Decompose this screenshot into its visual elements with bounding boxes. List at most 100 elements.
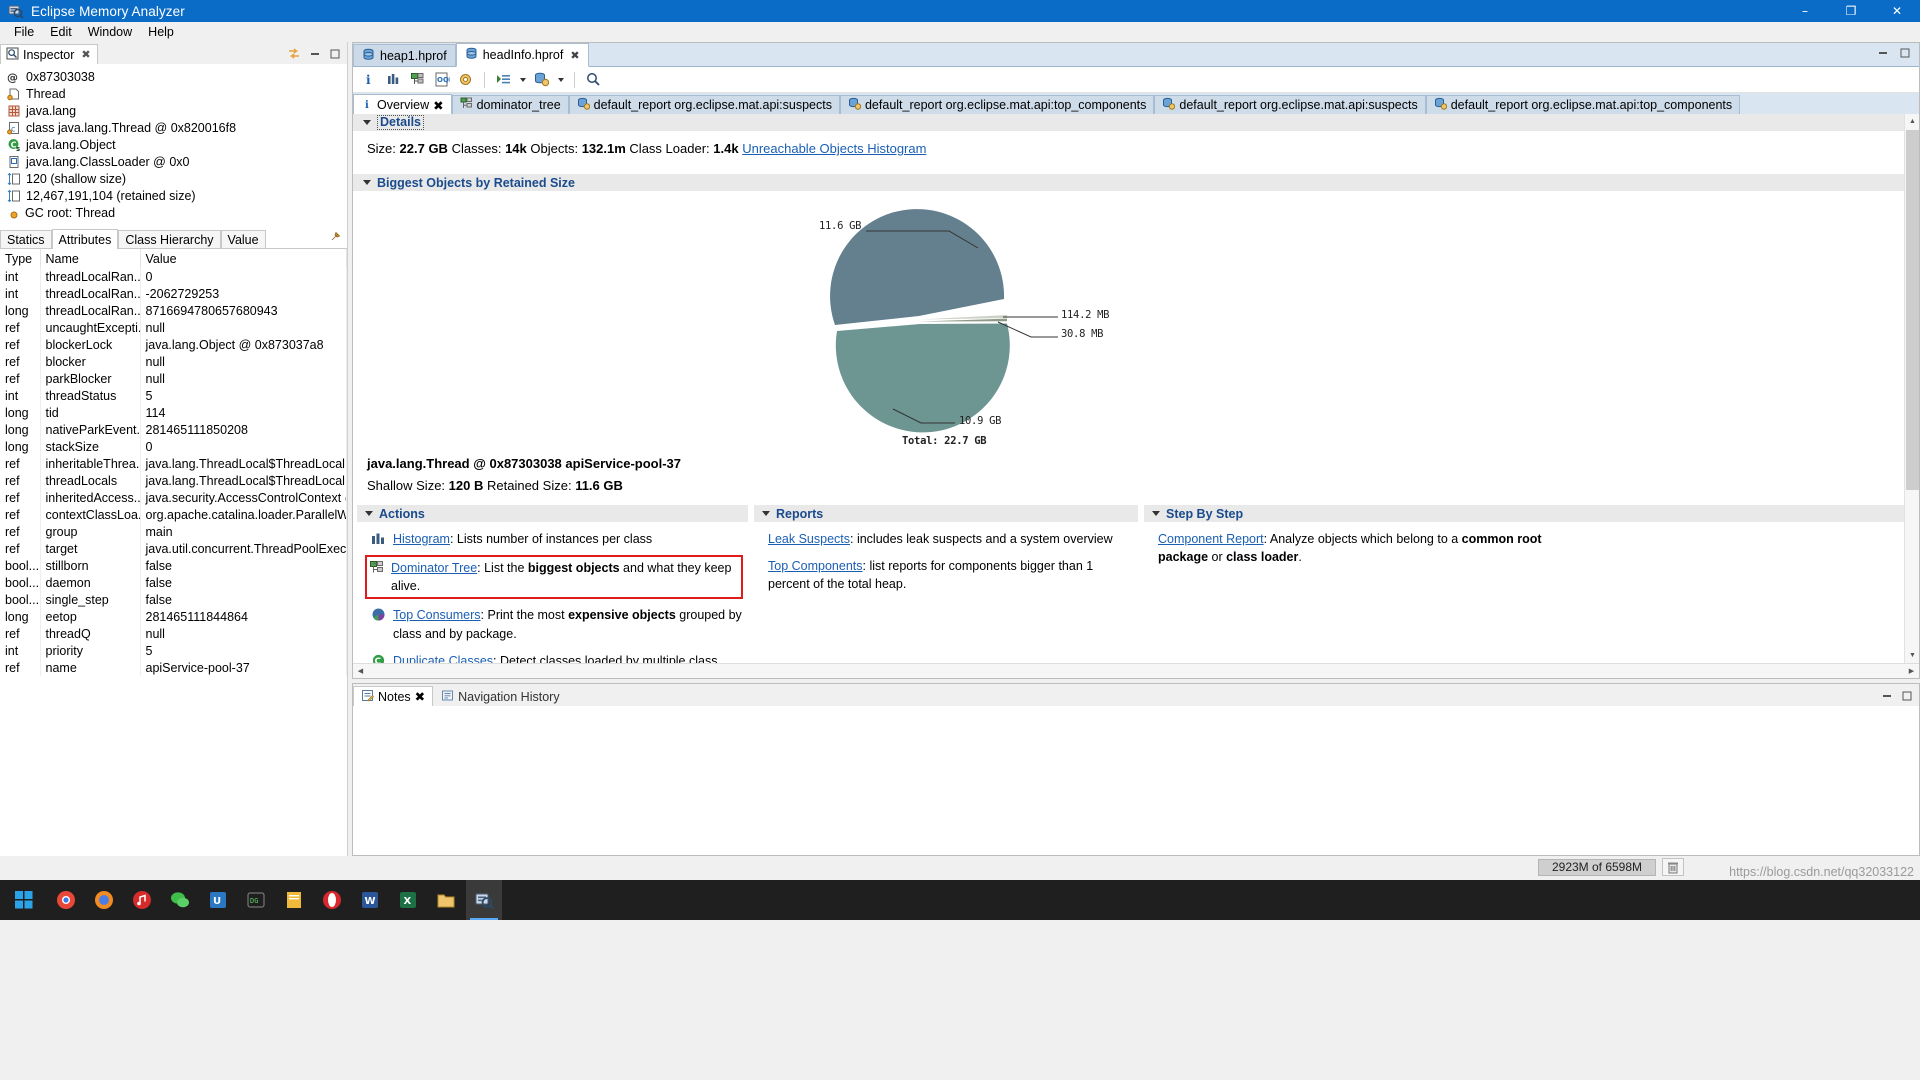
- close-icon[interactable]: ✖: [415, 689, 425, 704]
- tab-class-hierarchy[interactable]: Class Hierarchy: [118, 230, 221, 248]
- table-row[interactable]: ref threadQ null: [0, 625, 347, 642]
- inner-tab-3[interactable]: default_report org.eclipse.mat.api:top_c…: [839, 95, 1155, 114]
- table-row[interactable]: ref inheritedAccess... java.security.Acces…: [0, 489, 347, 506]
- table-row[interactable]: int threadStatus 5: [0, 387, 347, 404]
- table-row[interactable]: ref parkBlocker null: [0, 370, 347, 387]
- table-row[interactable]: long tid 114: [0, 404, 347, 421]
- unreachable-objects-histogram-link[interactable]: Unreachable Objects Histogram: [742, 141, 926, 156]
- retained-size-pie-chart[interactable]: 11.6 GB 114.2 MB 30.8 MB 10.9 GB Total: …: [353, 191, 1919, 447]
- minimize-button[interactable]: –: [1782, 0, 1828, 22]
- histogram-link[interactable]: Histogram: [393, 532, 450, 546]
- list-item[interactable]: Thread: [4, 85, 347, 102]
- collapse-triangle-icon[interactable]: [365, 511, 373, 516]
- list-item[interactable]: C s java.lang.Object: [4, 136, 347, 153]
- maximize-icon[interactable]: [1901, 690, 1913, 705]
- trash-icon[interactable]: [1662, 858, 1684, 876]
- list-item[interactable]: c class java.lang.Thread @ 0x820016f8: [4, 119, 347, 136]
- music-icon[interactable]: [124, 880, 160, 920]
- table-row[interactable]: int threadLocalRan... 0: [0, 268, 347, 285]
- table-row[interactable]: long eetop 281465111844864: [0, 608, 347, 625]
- oql-icon[interactable]: OQL: [433, 71, 454, 88]
- table-row[interactable]: ref inheritableThrea... java.lang.ThreadLo…: [0, 455, 347, 472]
- dev-icon[interactable]: DG: [238, 880, 274, 920]
- link-editor-icon[interactable]: [287, 47, 301, 63]
- pie-chart-svg[interactable]: [353, 191, 1543, 436]
- action-item-dominator-tree[interactable]: Dominator Tree: List the biggest objects…: [365, 555, 743, 600]
- table-row[interactable]: long stackSize 0: [0, 438, 347, 455]
- dominator-tree-link[interactable]: Dominator Tree: [391, 561, 477, 575]
- dominator-tree-icon[interactable]: [409, 71, 426, 88]
- overview-info-icon[interactable]: i: [361, 71, 378, 88]
- maximize-button[interactable]: ❐: [1828, 0, 1874, 22]
- action-item-histogram[interactable]: Histogram: Lists number of instances per…: [371, 530, 742, 548]
- table-row[interactable]: ref blocker null: [0, 353, 347, 370]
- column-name[interactable]: Name: [40, 249, 141, 268]
- folder-icon[interactable]: [428, 880, 464, 920]
- actions-section-header[interactable]: Actions: [357, 505, 748, 522]
- report-item-leak-suspects[interactable]: Leak Suspects: includes leak suspects an…: [768, 530, 1132, 548]
- editor-tab-headinfo[interactable]: headInfo.hprof ✖: [455, 43, 589, 67]
- inner-tab-1[interactable]: dominator_tree: [451, 95, 569, 114]
- inner-tab-2[interactable]: default_report org.eclipse.mat.api:suspe…: [568, 95, 840, 114]
- table-row[interactable]: ref uncaughtExcepti... null: [0, 319, 347, 336]
- collapse-triangle-icon[interactable]: [762, 511, 770, 516]
- tab-attributes[interactable]: Attributes: [51, 229, 119, 249]
- table-row[interactable]: ref target java.util.concurrent.ThreadPool…: [0, 540, 347, 557]
- editor-horizontal-scrollbar[interactable]: ◀ ▶: [353, 663, 1919, 678]
- collapse-triangle-icon[interactable]: [363, 120, 371, 125]
- action-item-top-consumers[interactable]: Top Consumers: Print the most expensive …: [371, 606, 742, 642]
- collapse-triangle-icon[interactable]: [363, 180, 371, 185]
- collapse-triangle-icon[interactable]: [1152, 511, 1160, 516]
- maximize-icon[interactable]: [1899, 47, 1911, 62]
- table-row[interactable]: ref blockerLock java.lang.Object @ 0x87303…: [0, 336, 347, 353]
- top-components-link[interactable]: Top Components: [768, 559, 863, 573]
- word-icon[interactable]: W: [352, 880, 388, 920]
- scroll-up-arrow[interactable]: ▲: [1905, 114, 1919, 129]
- table-row[interactable]: ref contextClassLoa... org.apache.catalina…: [0, 506, 347, 523]
- list-item[interactable]: @ 0x87303038: [4, 68, 347, 85]
- step-item-component-report[interactable]: Component Report: Analyze objects which …: [1158, 530, 1909, 566]
- overview-vertical-scrollbar[interactable]: ▲ ▼: [1904, 114, 1919, 663]
- tab-value[interactable]: Value: [220, 230, 266, 248]
- inner-tab-5[interactable]: default_report org.eclipse.mat.api:top_c…: [1425, 95, 1741, 114]
- chevron-down-icon[interactable]: [558, 77, 564, 82]
- tab-inspector[interactable]: Inspector ✖: [0, 44, 98, 64]
- menu-help[interactable]: Help: [140, 23, 182, 41]
- editor-tab-heap1[interactable]: heap1.hprof: [353, 44, 456, 66]
- close-icon[interactable]: ✖: [570, 49, 579, 62]
- table-row[interactable]: int priority 5: [0, 642, 347, 659]
- maximize-icon[interactable]: [329, 48, 341, 63]
- table-row[interactable]: bool... single_step false: [0, 591, 347, 608]
- column-type[interactable]: Type: [0, 249, 41, 268]
- pin-icon[interactable]: [329, 231, 341, 246]
- chrome-icon[interactable]: [48, 880, 84, 920]
- windows-start-icon[interactable]: [2, 880, 46, 920]
- inner-tab-4[interactable]: default_report org.eclipse.mat.api:suspe…: [1154, 95, 1426, 114]
- component-report-link[interactable]: Component Report: [1158, 532, 1264, 546]
- tab-notes[interactable]: Notes ✖: [353, 686, 434, 706]
- table-row[interactable]: ref threadLocals java.lang.ThreadLocal$Thr…: [0, 472, 347, 489]
- report-item-top-components[interactable]: Top Components: list reports for compone…: [768, 557, 1132, 593]
- menu-window[interactable]: Window: [80, 23, 140, 41]
- excel-icon[interactable]: X: [390, 880, 426, 920]
- table-row[interactable]: ref name apiService-pool-37: [0, 659, 347, 676]
- scroll-left-arrow[interactable]: ◀: [353, 667, 368, 675]
- report-gear-icon[interactable]: [457, 71, 474, 88]
- notes-icon[interactable]: [276, 880, 312, 920]
- minimize-icon[interactable]: [1881, 690, 1893, 705]
- scroll-right-arrow[interactable]: ▶: [1904, 667, 1919, 675]
- list-item[interactable]: java.lang: [4, 102, 347, 119]
- heap-status[interactable]: 2923M of 6598M: [1538, 858, 1684, 876]
- mat-icon[interactable]: [466, 880, 502, 920]
- chevron-down-icon[interactable]: [520, 77, 526, 82]
- column-value[interactable]: Value: [140, 249, 347, 268]
- tab-statics[interactable]: Statics: [0, 230, 52, 248]
- table-row[interactable]: ref group main: [0, 523, 347, 540]
- notes-editor-area[interactable]: [353, 706, 1919, 855]
- action-item-duplicate-classes[interactable]: C Duplicate Classes: Detect classes load…: [371, 652, 742, 663]
- histogram-icon[interactable]: [385, 71, 402, 88]
- table-row[interactable]: bool... daemon false: [0, 574, 347, 591]
- attributes-table[interactable]: Type Name Value int threadLocalRan... 0 int…: [0, 249, 347, 676]
- minimize-icon[interactable]: [1877, 47, 1889, 62]
- list-item[interactable]: 12,467,191,104 (retained size): [4, 187, 347, 204]
